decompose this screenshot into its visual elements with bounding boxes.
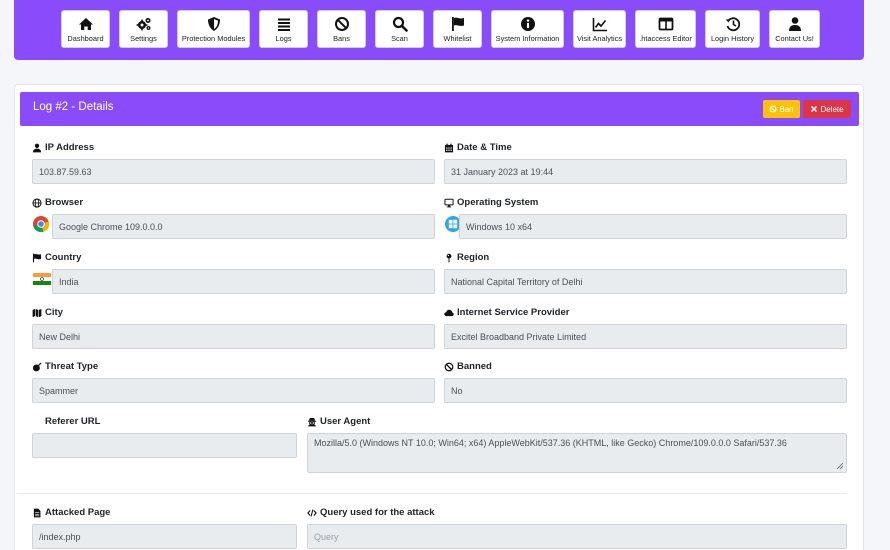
- home-icon: [78, 17, 93, 30]
- query-label: Query used for the attack: [307, 507, 435, 518]
- calendar-icon: [444, 143, 454, 152]
- delete-button-label: Delete: [820, 104, 844, 114]
- banned-input[interactable]: No: [444, 378, 847, 403]
- close-icon: [811, 105, 818, 113]
- browser-label: Browser: [32, 197, 83, 208]
- nav-htaccess-editor-button[interactable]: .htaccess Editor: [635, 10, 696, 48]
- card-header: Log #2 - Details Ban Delete: [20, 92, 859, 126]
- shield-icon: [207, 16, 220, 31]
- operating-system-label: Operating System: [444, 197, 538, 208]
- bomb-icon: [32, 362, 42, 371]
- map-icon: [32, 308, 42, 317]
- datetime-label: Date & Time: [444, 142, 512, 153]
- query-input[interactable]: Query: [307, 524, 847, 549]
- user-agent-textarea[interactable]: Mozilla/5.0 (Windows NT 10.0; Win64; x64…: [307, 433, 847, 473]
- nav-login-history-button[interactable]: Login History: [705, 10, 760, 48]
- cloud-icon: [444, 309, 454, 316]
- city-label: City: [32, 307, 63, 318]
- nav-visit-analytics-label: Visit Analytics: [576, 33, 623, 43]
- top-navbar: Dashboard Settings Protection Modules Lo…: [14, 0, 864, 60]
- datetime-input[interactable]: 31 January 2023 at 19:44: [444, 159, 847, 184]
- nav-login-history-label: Login History: [710, 33, 755, 43]
- nav-protection-modules-button[interactable]: Protection Modules: [177, 10, 250, 48]
- referer-url-label: Referer URL: [45, 416, 101, 427]
- delete-button[interactable]: Delete: [803, 100, 851, 118]
- chart-line-icon: [592, 17, 607, 31]
- search-icon: [392, 16, 408, 32]
- ip-address-input[interactable]: 103.87.59.63: [32, 159, 435, 184]
- desktop-icon: [444, 198, 454, 207]
- code-icon: [307, 508, 317, 517]
- nav-scan-button[interactable]: Scan: [375, 10, 424, 48]
- referer-url-input[interactable]: [32, 433, 297, 458]
- user-agent-value: Mozilla/5.0 (Windows NT 10.0; Win64; x64…: [314, 438, 787, 448]
- user-icon: [788, 16, 801, 31]
- india-flag-icon: [33, 273, 51, 285]
- city-input[interactable]: New Delhi: [32, 324, 435, 349]
- threat-type-label: Threat Type: [32, 361, 98, 372]
- nav-bans-button[interactable]: Bans: [317, 10, 366, 48]
- nav-settings-button[interactable]: Settings: [119, 10, 168, 48]
- nav-dashboard-button[interactable]: Dashboard: [61, 10, 110, 48]
- nav-visit-analytics-button[interactable]: Visit Analytics: [573, 10, 626, 48]
- ban-icon: [444, 362, 454, 371]
- banned-label: Banned: [444, 361, 492, 372]
- nav-settings-label: Settings: [130, 33, 157, 43]
- ban-button-label: Ban: [779, 104, 794, 114]
- chrome-icon: [33, 216, 50, 233]
- nav-system-information-button[interactable]: System Information: [491, 10, 564, 48]
- isp-input[interactable]: Excitel Broadband Private Limited: [444, 324, 847, 349]
- country-input[interactable]: India: [52, 269, 435, 294]
- ip-address-label: IP Address: [32, 142, 94, 153]
- log-details-card: Log #2 - Details Ban Delete: [14, 84, 864, 550]
- nav-htaccess-editor-label: .htaccess Editor: [639, 33, 692, 43]
- ban-icon: [334, 16, 349, 31]
- resize-handle-icon[interactable]: [837, 463, 843, 469]
- file-icon: [33, 508, 41, 517]
- user-agent-label: User Agent: [307, 416, 370, 427]
- threat-type-input[interactable]: Spammer: [32, 378, 435, 403]
- ban-button[interactable]: Ban: [763, 100, 800, 118]
- nav-protection-modules-label: Protection Modules: [181, 33, 246, 43]
- section-divider: [18, 493, 847, 494]
- flag-icon: [451, 16, 464, 31]
- user-secret-icon: [307, 417, 317, 426]
- info-icon: [520, 16, 535, 31]
- nav-bans-label: Bans: [333, 33, 350, 43]
- nav-system-information-label: System Information: [495, 33, 560, 43]
- list-icon: [277, 18, 290, 31]
- card-title: Log #2 - Details: [33, 101, 114, 113]
- region-input[interactable]: National Capital Territory of Delhi: [444, 269, 847, 294]
- nav-dashboard-label: Dashboard: [67, 33, 104, 43]
- attacked-page-label: Attacked Page: [32, 507, 110, 518]
- flag-icon: [32, 253, 42, 262]
- nav-logs-label: Logs: [275, 33, 292, 43]
- operating-system-input[interactable]: Windows 10 x64: [459, 214, 847, 239]
- browser-input[interactable]: Google Chrome 109.0.0.0: [52, 214, 435, 239]
- nav-button-group: Dashboard Settings Protection Modules Lo…: [61, 10, 829, 48]
- country-label: Country: [32, 252, 81, 263]
- nav-whitelist-label: Whitelist: [443, 33, 472, 43]
- history-icon: [725, 16, 740, 31]
- map-pin-icon: [446, 253, 452, 262]
- globe-icon: [32, 197, 42, 208]
- nav-scan-label: Scan: [391, 33, 408, 43]
- nav-whitelist-button[interactable]: Whitelist: [433, 10, 482, 48]
- region-label: Region: [444, 252, 489, 263]
- attacked-page-input[interactable]: /index.php: [32, 524, 297, 549]
- cogs-icon: [136, 17, 150, 30]
- isp-label: Internet Service Provider: [444, 307, 569, 318]
- user-icon: [32, 143, 42, 152]
- nav-logs-button[interactable]: Logs: [259, 10, 308, 48]
- columns-icon: [658, 17, 673, 30]
- nav-contact-us-label: Contact Us!: [775, 33, 814, 43]
- nav-contact-us-button[interactable]: Contact Us!: [769, 10, 820, 48]
- ban-icon: [769, 105, 777, 113]
